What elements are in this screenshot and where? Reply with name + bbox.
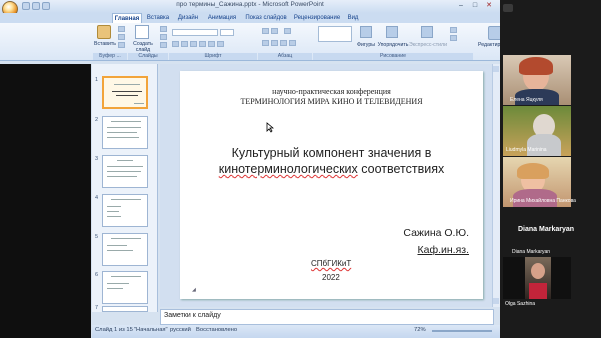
corner-arrow-icon: ◢ xyxy=(192,287,196,293)
indent-icon[interactable] xyxy=(284,28,291,34)
slide-title: Культурный компонент значения в xyxy=(231,146,432,160)
arrange-button[interactable]: Упорядочить xyxy=(377,42,409,48)
shapes-icon[interactable] xyxy=(360,26,372,38)
delete-slide-icon[interactable] xyxy=(160,42,167,48)
close-icon[interactable]: ✕ xyxy=(482,1,496,11)
undo-icon[interactable] xyxy=(32,2,40,10)
slide-thumbnail[interactable] xyxy=(102,233,148,266)
underline-icon[interactable] xyxy=(190,41,197,47)
tab-animation[interactable]: Анимация xyxy=(207,13,237,23)
slide-thumbnail[interactable] xyxy=(102,194,148,227)
status-recovered: Восстановлено xyxy=(196,327,238,333)
arrange-icon[interactable] xyxy=(386,26,398,38)
participant-name: Елена Яцкуля xyxy=(510,97,543,103)
slide-number: 7 xyxy=(95,305,99,311)
paste-icon[interactable] xyxy=(97,25,111,39)
tab-view[interactable]: Вид xyxy=(345,13,361,23)
format-painter-icon[interactable] xyxy=(118,42,125,48)
slide-thumbnail[interactable] xyxy=(102,155,148,188)
maximize-icon[interactable]: □ xyxy=(468,1,482,11)
panel-toggle-icon[interactable] xyxy=(503,4,513,12)
vertical-scrollbar[interactable] xyxy=(492,64,500,307)
italic-icon[interactable] xyxy=(181,41,188,47)
status-theme: "Начальная" xyxy=(134,327,168,333)
author-name: Сажина О.Ю. xyxy=(403,227,469,239)
copy-icon[interactable] xyxy=(118,34,125,40)
department: Каф.ин.яз. xyxy=(417,244,469,256)
participant-name: Ирина Михайловна Панкова xyxy=(510,198,576,204)
slide-number: 3 xyxy=(95,156,99,162)
redo-icon[interactable] xyxy=(42,2,50,10)
new-slide-icon[interactable] xyxy=(135,25,149,39)
paste-button[interactable]: Вставить xyxy=(93,41,117,47)
shapes-button[interactable]: Фигуры xyxy=(356,42,376,48)
font-name-select[interactable] xyxy=(172,29,218,36)
slide-number: 2 xyxy=(95,117,99,123)
status-language: русский xyxy=(170,327,191,333)
tab-home[interactable]: Главная xyxy=(112,13,142,23)
numbering-icon[interactable] xyxy=(271,28,278,34)
slide-thumbnail[interactable] xyxy=(102,116,148,149)
slide-thumbnail[interactable] xyxy=(102,271,148,304)
new-slide-button[interactable]: Создать слайд xyxy=(128,41,158,53)
slide-thumbnail[interactable] xyxy=(102,306,148,312)
save-icon[interactable] xyxy=(22,2,30,10)
mouse-cursor-icon xyxy=(266,122,274,133)
participant-name: Olga Sazhina xyxy=(505,301,536,307)
cut-icon[interactable] xyxy=(118,26,125,32)
quick-styles-button[interactable]: Экспресс-стили xyxy=(409,42,447,48)
shadow-icon[interactable] xyxy=(208,41,215,47)
bullets-icon[interactable] xyxy=(262,28,269,34)
conference-title: ТЕРМИНОЛОГИЯ МИРА КИНО И ТЕЛЕВИДЕНИЯ xyxy=(240,97,423,106)
scroll-down-icon[interactable] xyxy=(493,298,499,304)
zoom-level[interactable]: 72% xyxy=(414,327,426,333)
align-right-icon[interactable] xyxy=(280,40,287,46)
conference-line: научно-практическая конференция xyxy=(272,87,391,96)
tab-review[interactable]: Рецензирование xyxy=(292,13,342,23)
align-left-icon[interactable] xyxy=(262,40,269,46)
status-slide-count: Слайд 1 из 15 xyxy=(95,327,133,333)
participant-name: Diana Markaryan xyxy=(512,249,551,255)
tab-design[interactable]: Дизайн xyxy=(176,13,200,23)
slide-number: 6 xyxy=(95,272,99,278)
slide-number: 1 xyxy=(95,77,99,83)
slide-number: 4 xyxy=(95,195,99,201)
tab-slideshow[interactable]: Показ слайдов xyxy=(243,13,289,23)
shapes-gallery[interactable] xyxy=(318,26,352,42)
participant-video[interactable] xyxy=(503,257,571,299)
group-paragraph: Абзац xyxy=(258,53,312,60)
group-drawing: Рисование xyxy=(313,53,473,60)
align-center-icon[interactable] xyxy=(271,40,278,46)
quick-styles-icon[interactable] xyxy=(421,26,433,38)
reset-icon[interactable] xyxy=(160,34,167,40)
slide-title-line2: кинотерминологических соответствиях xyxy=(180,162,483,176)
window-title: про термины_Сажина.pptx - Microsoft Powe… xyxy=(176,1,324,8)
notes-pane[interactable]: Заметки к слайду xyxy=(160,309,494,325)
organization: СПбГИКиТ xyxy=(311,259,352,268)
minimize-icon[interactable]: – xyxy=(454,1,468,11)
slide-number: 5 xyxy=(95,234,99,240)
participant-name-large: Diana Markaryan xyxy=(518,226,575,233)
zoom-slider[interactable] xyxy=(432,330,492,332)
participant-name: Liudmyla Marinina xyxy=(506,147,547,153)
slide-thumbnail[interactable] xyxy=(102,76,148,109)
shape-outline-icon[interactable] xyxy=(450,35,457,41)
slide-canvas[interactable]: научно-практическая конференция ТЕРМИНОЛ… xyxy=(180,71,483,299)
group-slides: Слайды xyxy=(128,53,168,60)
scroll-up-icon[interactable] xyxy=(493,66,499,72)
justify-icon[interactable] xyxy=(289,40,296,46)
group-clipboard: Буфер ... xyxy=(93,53,127,60)
title-word: соответствиях xyxy=(357,162,445,176)
shape-fill-icon[interactable] xyxy=(450,27,457,33)
spellcheck-word: кинотерминологических xyxy=(218,162,358,176)
group-font: Шрифт xyxy=(169,53,257,60)
font-size-select[interactable] xyxy=(220,29,234,36)
font-color-icon[interactable] xyxy=(217,41,224,47)
layout-icon[interactable] xyxy=(160,26,167,32)
background-area xyxy=(0,64,91,338)
year: 2022 xyxy=(322,273,340,282)
strike-icon[interactable] xyxy=(199,41,206,47)
bold-icon[interactable] xyxy=(172,41,179,47)
tab-insert[interactable]: Вставка xyxy=(146,13,170,23)
